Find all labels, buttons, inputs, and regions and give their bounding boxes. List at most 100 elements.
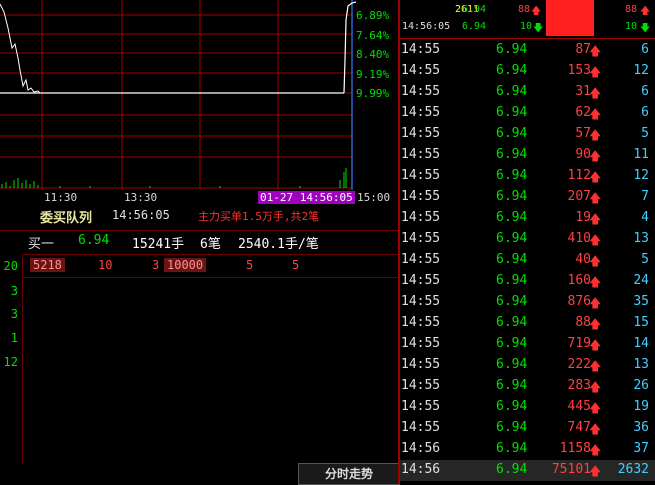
- order-item: 5: [246, 258, 254, 272]
- tick-row[interactable]: 14:55 6.94 283 🡅 26: [400, 376, 655, 397]
- tick-row[interactable]: 14:55 6.94 87 🡅 6: [400, 40, 655, 61]
- tick-volume: 160: [567, 273, 591, 288]
- up-arrow-icon: 🡅: [589, 338, 602, 352]
- tick-count: 13: [633, 357, 649, 372]
- up-arrow-icon: 🡅: [589, 275, 602, 289]
- tick-count: 36: [633, 420, 649, 435]
- tick-row[interactable]: 14:56 6.94 75101 🡅 2632: [400, 460, 655, 481]
- tick-volume: 445: [567, 399, 591, 414]
- tick-row[interactable]: 14:55 6.94 222 🡅 13: [400, 355, 655, 376]
- price-line-close: [343, 1, 357, 94]
- tick-time: 14:55: [401, 231, 441, 246]
- tick-volume: 153: [567, 63, 591, 78]
- tick-time: 14:55: [401, 42, 441, 57]
- price-flash-block: [546, 0, 594, 36]
- tick-time: 14:55: [401, 210, 441, 225]
- tick-row[interactable]: 14:55 6.94 207 🡅 7: [400, 187, 655, 208]
- pct-axis-label: 8.40%: [356, 48, 390, 61]
- tick-count: 26: [633, 378, 649, 393]
- tick-volume: 75101: [551, 462, 591, 477]
- tick-time: 14:56: [401, 462, 441, 477]
- tick-row[interactable]: 14:55 6.94 719 🡅 14: [400, 334, 655, 355]
- tick-row[interactable]: 14:55 6.94 747 🡅 36: [400, 418, 655, 439]
- tick-count: 13: [633, 231, 649, 246]
- tick-count: 24: [633, 273, 649, 288]
- tick-row[interactable]: 14:55 6.94 31 🡅 6: [400, 82, 655, 103]
- tick-count: 37: [633, 441, 649, 456]
- up-arrow-icon: 🡅: [589, 149, 602, 163]
- order-item: 10: [98, 258, 113, 272]
- queue-time: 14:56:05: [112, 208, 170, 222]
- tick-price: 6.94: [496, 357, 528, 372]
- tick-row[interactable]: 14:55 6.94 153 🡅 12: [400, 61, 655, 82]
- up-arrow-icon: 🡅: [589, 401, 602, 415]
- tick-row[interactable]: 14:55 6.94 160 🡅 24: [400, 271, 655, 292]
- price-line-am: [0, 3, 41, 94]
- pct-axis-label: 6.89%: [356, 9, 390, 22]
- tick-row[interactable]: 14:55 6.94 57 🡅 5: [400, 124, 655, 145]
- tick-count: 35: [633, 294, 649, 309]
- tick-row[interactable]: 14:56 6.94 1158 🡅 37: [400, 439, 655, 460]
- order-item: 5: [292, 258, 300, 272]
- time-tick-1330: 13:30: [124, 191, 158, 204]
- header-time: 14:56:05: [402, 21, 451, 32]
- tick-time: 14:55: [401, 294, 441, 309]
- header-cnt-1: 88: [625, 4, 638, 15]
- orders-strip: [22, 254, 400, 278]
- down-arrow-icon: 🡇: [533, 23, 544, 34]
- intraday-chart[interactable]: [0, 0, 400, 210]
- tick-row[interactable]: 14:55 6.94 90 🡅 11: [400, 145, 655, 166]
- tick-price: 6.94: [496, 420, 528, 435]
- tick-time: 14:55: [401, 378, 441, 393]
- up-arrow-icon: 🡅: [589, 107, 602, 121]
- tick-time: 14:55: [401, 315, 441, 330]
- tick-time: 14:55: [401, 189, 441, 204]
- tick-time: 14:55: [401, 147, 441, 162]
- tick-price: 6.94: [496, 42, 528, 57]
- tick-count: 7: [641, 189, 649, 204]
- chart-grid: [0, 0, 353, 190]
- tick-row[interactable]: 14:55 6.94 410 🡅 13: [400, 229, 655, 250]
- tick-count: 6: [641, 105, 649, 120]
- tick-count: 12: [633, 63, 649, 78]
- tick-time: 14:56: [401, 441, 441, 456]
- tick-price: 6.94: [496, 147, 528, 162]
- up-arrow-icon: 🡅: [589, 317, 602, 331]
- up-arrow-icon: 🡅: [589, 86, 602, 100]
- tick-price: 6.94: [496, 210, 528, 225]
- tick-volume: 207: [567, 189, 591, 204]
- up-arrow-icon: 🡅: [589, 44, 602, 58]
- up-arrow-icon: 🡅: [589, 464, 602, 478]
- header-price-2: 6.94: [462, 21, 487, 32]
- up-arrow-icon: 🡅: [589, 65, 602, 79]
- up-arrow-icon: 🡅: [589, 128, 602, 142]
- tick-count: 19: [633, 399, 649, 414]
- tick-row[interactable]: 14:55 6.94 40 🡅 5: [400, 250, 655, 271]
- tick-row[interactable]: 14:55 6.94 62 🡅 6: [400, 103, 655, 124]
- tick-row[interactable]: 14:55 6.94 19 🡅 4: [400, 208, 655, 229]
- pct-axis-label: 9.99%: [356, 87, 390, 100]
- buy1-avg: 2540.1手/笔: [238, 237, 319, 252]
- tick-row[interactable]: 14:55 6.94 88 🡅 15: [400, 313, 655, 334]
- order-item: 3: [152, 258, 160, 272]
- header-vol-2: 10: [520, 21, 533, 32]
- tick-volume: 410: [567, 231, 591, 246]
- tick-volume: 112: [567, 168, 591, 183]
- level-count: 20: [3, 259, 18, 273]
- time-tick-1500: 15:00: [357, 191, 391, 204]
- tick-price: 6.94: [496, 126, 528, 141]
- tick-price: 6.94: [496, 399, 528, 414]
- tick-count: 11: [633, 147, 649, 162]
- up-arrow-icon: 🡅: [589, 212, 602, 226]
- tick-price: 6.94: [496, 462, 528, 477]
- tick-price: 6.94: [496, 63, 528, 78]
- tick-row[interactable]: 14:55 6.94 112 🡅 12: [400, 166, 655, 187]
- level-count: 12: [3, 355, 18, 369]
- tick-count: 6: [641, 84, 649, 99]
- tick-price: 6.94: [496, 273, 528, 288]
- tick-price: 6.94: [496, 294, 528, 309]
- tab-intraday[interactable]: 分时走势: [298, 463, 400, 485]
- tick-row[interactable]: 14:55 6.94 876 🡅 35: [400, 292, 655, 313]
- tick-volume: 283: [567, 378, 591, 393]
- tick-row[interactable]: 14:55 6.94 445 🡅 19: [400, 397, 655, 418]
